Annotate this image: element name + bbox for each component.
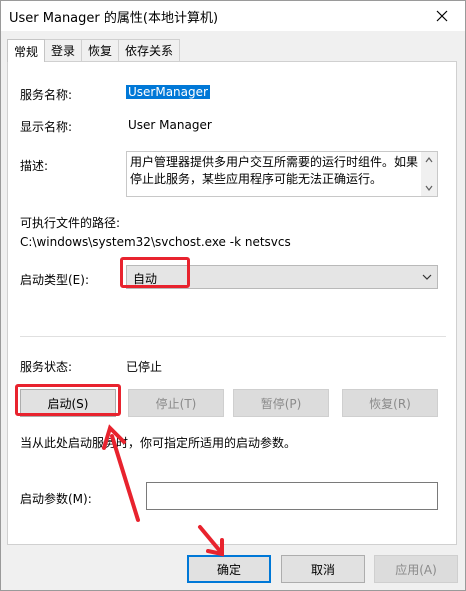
- cancel-button-label: 取消: [310, 562, 335, 577]
- divider: [20, 336, 446, 337]
- startup-type-label: 启动类型(E):: [20, 273, 89, 287]
- tab-label: 依存关系: [125, 44, 174, 58]
- tab-label: 登录: [51, 44, 76, 58]
- pause-button-label: 暂停(P): [260, 396, 302, 411]
- stop-button[interactable]: 停止(T): [128, 389, 224, 417]
- startup-type-select[interactable]: 自动: [126, 265, 438, 289]
- tab-logon[interactable]: 登录: [44, 39, 83, 61]
- start-button-label: 启动(S): [47, 396, 89, 411]
- display-name-value[interactable]: User Manager: [128, 118, 212, 132]
- scroll-up-icon[interactable]: [425, 156, 433, 164]
- executable-path-label: 可执行文件的路径:: [20, 216, 121, 230]
- cancel-button[interactable]: 取消: [281, 555, 365, 583]
- close-icon: [436, 10, 448, 22]
- display-name-label: 显示名称:: [20, 120, 73, 134]
- apply-button-label: 应用(A): [395, 562, 437, 577]
- close-button[interactable]: [419, 1, 465, 31]
- tab-general[interactable]: 常规: [7, 39, 46, 62]
- apply-button[interactable]: 应用(A): [374, 555, 458, 583]
- pause-button[interactable]: 暂停(P): [233, 389, 329, 417]
- service-status-value: 已停止: [126, 360, 163, 374]
- chevron-down-icon: [422, 274, 432, 280]
- description-label: 描述:: [20, 159, 49, 173]
- tab-label: 常规: [14, 44, 39, 59]
- executable-path-value: C:\windows\system32\svchost.exe -k netsv…: [20, 235, 291, 249]
- description-box[interactable]: 用户管理器提供多用户交互所需要的运行时组件。如果停止此服务，某些应用程序可能无法…: [126, 151, 438, 197]
- resume-button[interactable]: 恢复(R): [342, 389, 438, 417]
- ok-button-label: 确定: [216, 562, 241, 577]
- ok-button[interactable]: 确定: [187, 555, 271, 583]
- description-scrollbar[interactable]: [421, 152, 437, 196]
- scroll-down-icon[interactable]: [425, 184, 433, 192]
- service-name-label: 服务名称:: [20, 88, 73, 102]
- window-title: User Manager 的属性(本地计算机): [9, 11, 219, 26]
- resume-button-label: 恢复(R): [369, 396, 411, 411]
- description-text: 用户管理器提供多用户交互所需要的运行时组件。如果停止此服务，某些应用程序可能无法…: [130, 155, 419, 186]
- title-bar: User Manager 的属性(本地计算机): [1, 1, 465, 31]
- tab-label: 恢复: [88, 44, 113, 58]
- tab-recovery[interactable]: 恢复: [81, 39, 120, 61]
- startup-params-label: 启动参数(M):: [20, 492, 92, 506]
- startup-type-value: 自动: [133, 272, 158, 286]
- service-status-label: 服务状态:: [20, 360, 73, 374]
- tab-strip: 常规 登录 恢复 依存关系: [7, 39, 181, 62]
- tab-dependencies[interactable]: 依存关系: [118, 39, 181, 61]
- startup-params-input[interactable]: [146, 482, 438, 510]
- startup-params-hint: 当从此处启动服务时，你可指定所适用的启动参数。: [20, 436, 297, 450]
- start-button[interactable]: 启动(S): [20, 389, 116, 417]
- stop-button-label: 停止(T): [155, 396, 197, 411]
- general-panel: 服务名称: UserManager 显示名称: User Manager 描述:…: [7, 61, 457, 545]
- properties-dialog: User Manager 的属性(本地计算机) 常规 登录 恢复 依存关系 服务…: [0, 0, 466, 591]
- service-name-value[interactable]: UserManager: [126, 85, 210, 99]
